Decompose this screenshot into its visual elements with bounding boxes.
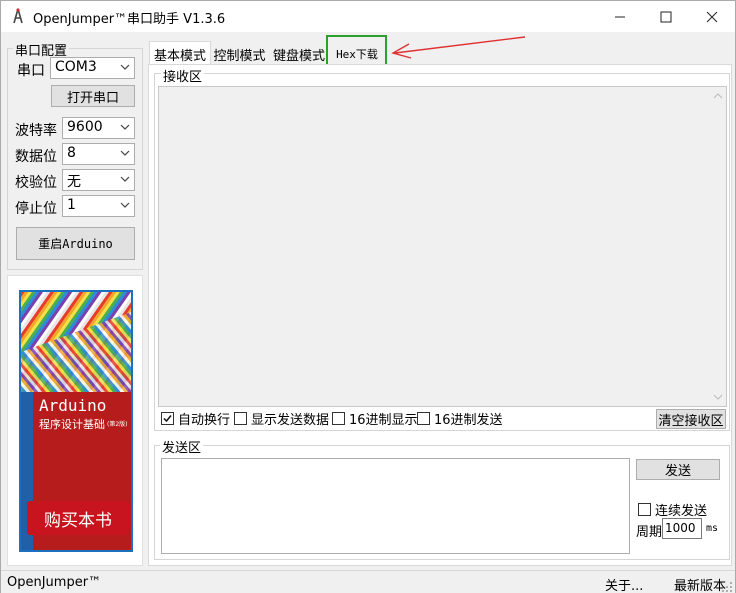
clear-receive-button[interactable]: 清空接收区 xyxy=(656,409,726,429)
minimize-button[interactable] xyxy=(597,1,643,32)
chevron-down-icon xyxy=(120,124,130,130)
stopbits-label: 停止位 xyxy=(15,201,57,217)
hex-send-label: 16进制发送 xyxy=(434,413,503,428)
baud-select[interactable]: 9600 xyxy=(62,117,135,139)
hex-send-checkbox[interactable]: 16进制发送 xyxy=(417,409,503,428)
tab-basic-mode[interactable]: 基本模式 xyxy=(149,41,211,66)
chevron-down-icon xyxy=(120,202,130,208)
book-subtitle: 程序设计基础 xyxy=(39,418,105,431)
latest-version-link[interactable]: 最新版本 xyxy=(674,575,726,593)
checkbox-box[interactable] xyxy=(161,412,174,425)
parity-value: 无 xyxy=(67,174,81,190)
continuous-send-checkbox[interactable]: 连续发送 xyxy=(638,500,707,519)
checkbox-box[interactable] xyxy=(332,412,345,425)
receive-title: 接收区 xyxy=(161,66,205,85)
scroll-down-icon[interactable] xyxy=(714,394,722,400)
open-port-button[interactable]: 打开串口 xyxy=(51,85,135,107)
auto-wrap-checkbox[interactable]: 自动换行 xyxy=(161,409,230,428)
resize-grip-icon[interactable] xyxy=(721,581,733,593)
continuous-send-label: 连续发送 xyxy=(655,504,708,519)
port-value: COM3 xyxy=(55,59,97,75)
checkbox-box[interactable] xyxy=(417,412,430,425)
baud-label: 波特率 xyxy=(15,123,57,139)
checkbox-box[interactable] xyxy=(638,503,651,516)
baud-value: 9600 xyxy=(67,119,103,135)
close-icon xyxy=(706,11,718,22)
scroll-up-icon[interactable] xyxy=(714,93,722,99)
parity-label: 校验位 xyxy=(15,175,57,191)
show-sent-label: 显示发送数据 xyxy=(251,413,330,428)
status-bar: OpenJumper™ 关于... 最新版本 xyxy=(1,570,735,593)
port-label: 串口 xyxy=(17,63,45,79)
receive-textarea[interactable] xyxy=(158,86,727,407)
stopbits-select[interactable]: 1 xyxy=(62,195,135,217)
app-logo-icon xyxy=(13,8,23,24)
receive-scrollbar[interactable] xyxy=(710,87,726,406)
hex-display-checkbox[interactable]: 16进制显示 xyxy=(332,409,418,428)
stopbits-value: 1 xyxy=(67,197,76,213)
checkbox-box[interactable] xyxy=(234,412,247,425)
period-label: 周期 xyxy=(636,525,663,540)
checkmark-icon xyxy=(163,415,172,423)
book-ad-panel[interactable]: Arduino 程序设计基础 (第2版) 购买本书 xyxy=(7,275,143,566)
period-unit: ms xyxy=(706,523,719,534)
book-edition: (第2版) xyxy=(107,421,128,428)
databits-value: 8 xyxy=(67,145,76,161)
tab-control-mode[interactable]: 控制模式 xyxy=(212,43,267,65)
chevron-down-icon xyxy=(120,64,130,70)
chevron-down-icon xyxy=(120,176,130,182)
status-app-name: OpenJumper™ xyxy=(7,575,102,590)
auto-wrap-label: 自动换行 xyxy=(178,413,231,428)
book-title: Arduino xyxy=(39,396,107,415)
period-input[interactable]: 1000 xyxy=(662,518,702,539)
minimize-icon xyxy=(615,16,625,17)
parity-select[interactable]: 无 xyxy=(62,169,135,191)
close-button[interactable] xyxy=(689,1,735,32)
buy-book-button[interactable]: 购买本书 xyxy=(27,501,129,535)
send-button[interactable]: 发送 xyxy=(636,459,720,480)
about-link[interactable]: 关于... xyxy=(605,575,643,593)
window-title: OpenJumper™串口助手 V1.3.6 xyxy=(33,12,226,27)
maximize-icon xyxy=(660,11,672,22)
databits-select[interactable]: 8 xyxy=(62,143,135,165)
show-sent-checkbox[interactable]: 显示发送数据 xyxy=(234,409,329,428)
tab-keyboard-mode[interactable]: 键盘模式 xyxy=(271,43,327,65)
restart-arduino-button[interactable]: 重启Arduino xyxy=(16,227,135,260)
maximize-button[interactable] xyxy=(643,1,689,32)
hex-display-label: 16进制显示 xyxy=(349,413,418,428)
title-bar: OpenJumper™串口助手 V1.3.6 xyxy=(1,1,735,32)
annotation-arrow-icon xyxy=(391,36,526,59)
send-title: 发送区 xyxy=(160,437,204,456)
chevron-down-icon xyxy=(120,150,130,156)
port-select[interactable]: COM3 xyxy=(50,57,135,79)
send-textarea[interactable] xyxy=(161,458,630,554)
databits-label: 数据位 xyxy=(15,149,57,165)
book-cover-image[interactable]: Arduino 程序设计基础 (第2版) 购买本书 xyxy=(19,290,133,552)
app-window: OpenJumper™串口助手 V1.3.6 串口配置 串口 COM3 打开串口… xyxy=(0,0,736,593)
